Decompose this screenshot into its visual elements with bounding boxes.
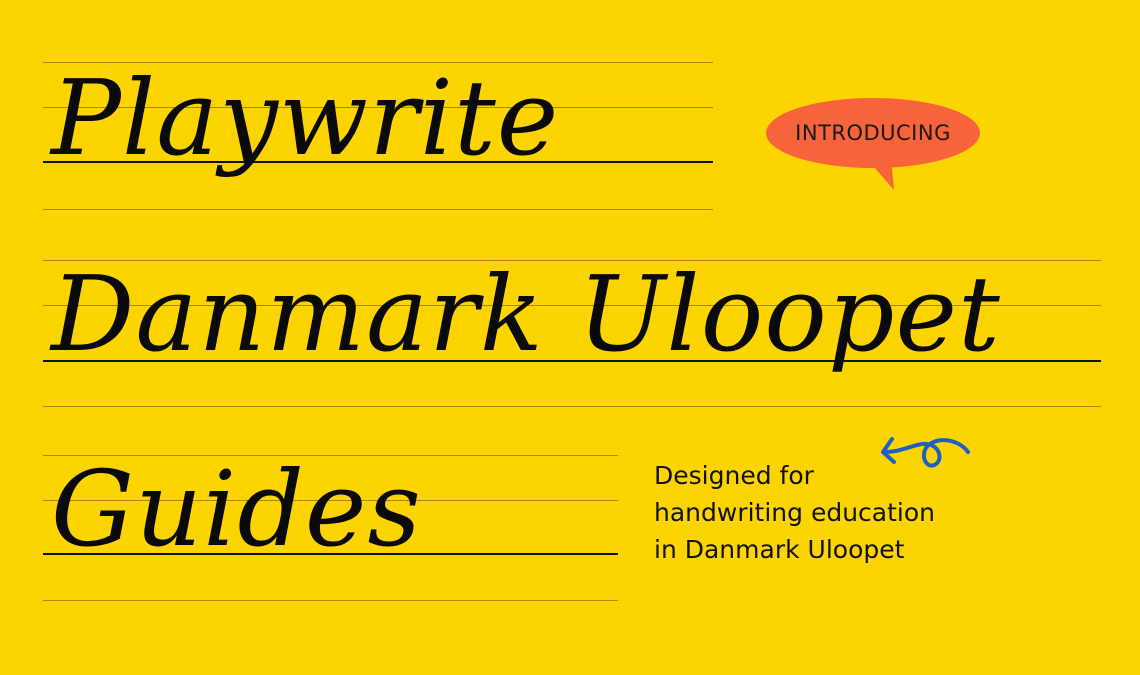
guide-line-bottom (43, 406, 1101, 407)
tagline-line: in Danmark Uloopet (654, 535, 905, 564)
headline-word-playwrite: Playwrite (51, 57, 560, 179)
guide-line-bottom (43, 209, 713, 210)
headline-row-2: Danmark Uloopet (43, 260, 1101, 410)
headline-word-danmark-uloopet: Danmark Uloopet (51, 253, 1001, 375)
tagline: Designed for handwriting education in Da… (654, 457, 935, 568)
tagline-line: handwriting education (654, 498, 936, 527)
introducing-badge: INTRODUCING (766, 98, 980, 190)
headline-row-3: Guides (43, 455, 618, 605)
headline-row-1: Playwrite (43, 62, 713, 212)
badge-label: INTRODUCING (795, 121, 951, 145)
headline-word-guides: Guides (51, 448, 422, 570)
tagline-line: Designed for (654, 461, 814, 490)
guide-line-bottom (43, 600, 618, 601)
